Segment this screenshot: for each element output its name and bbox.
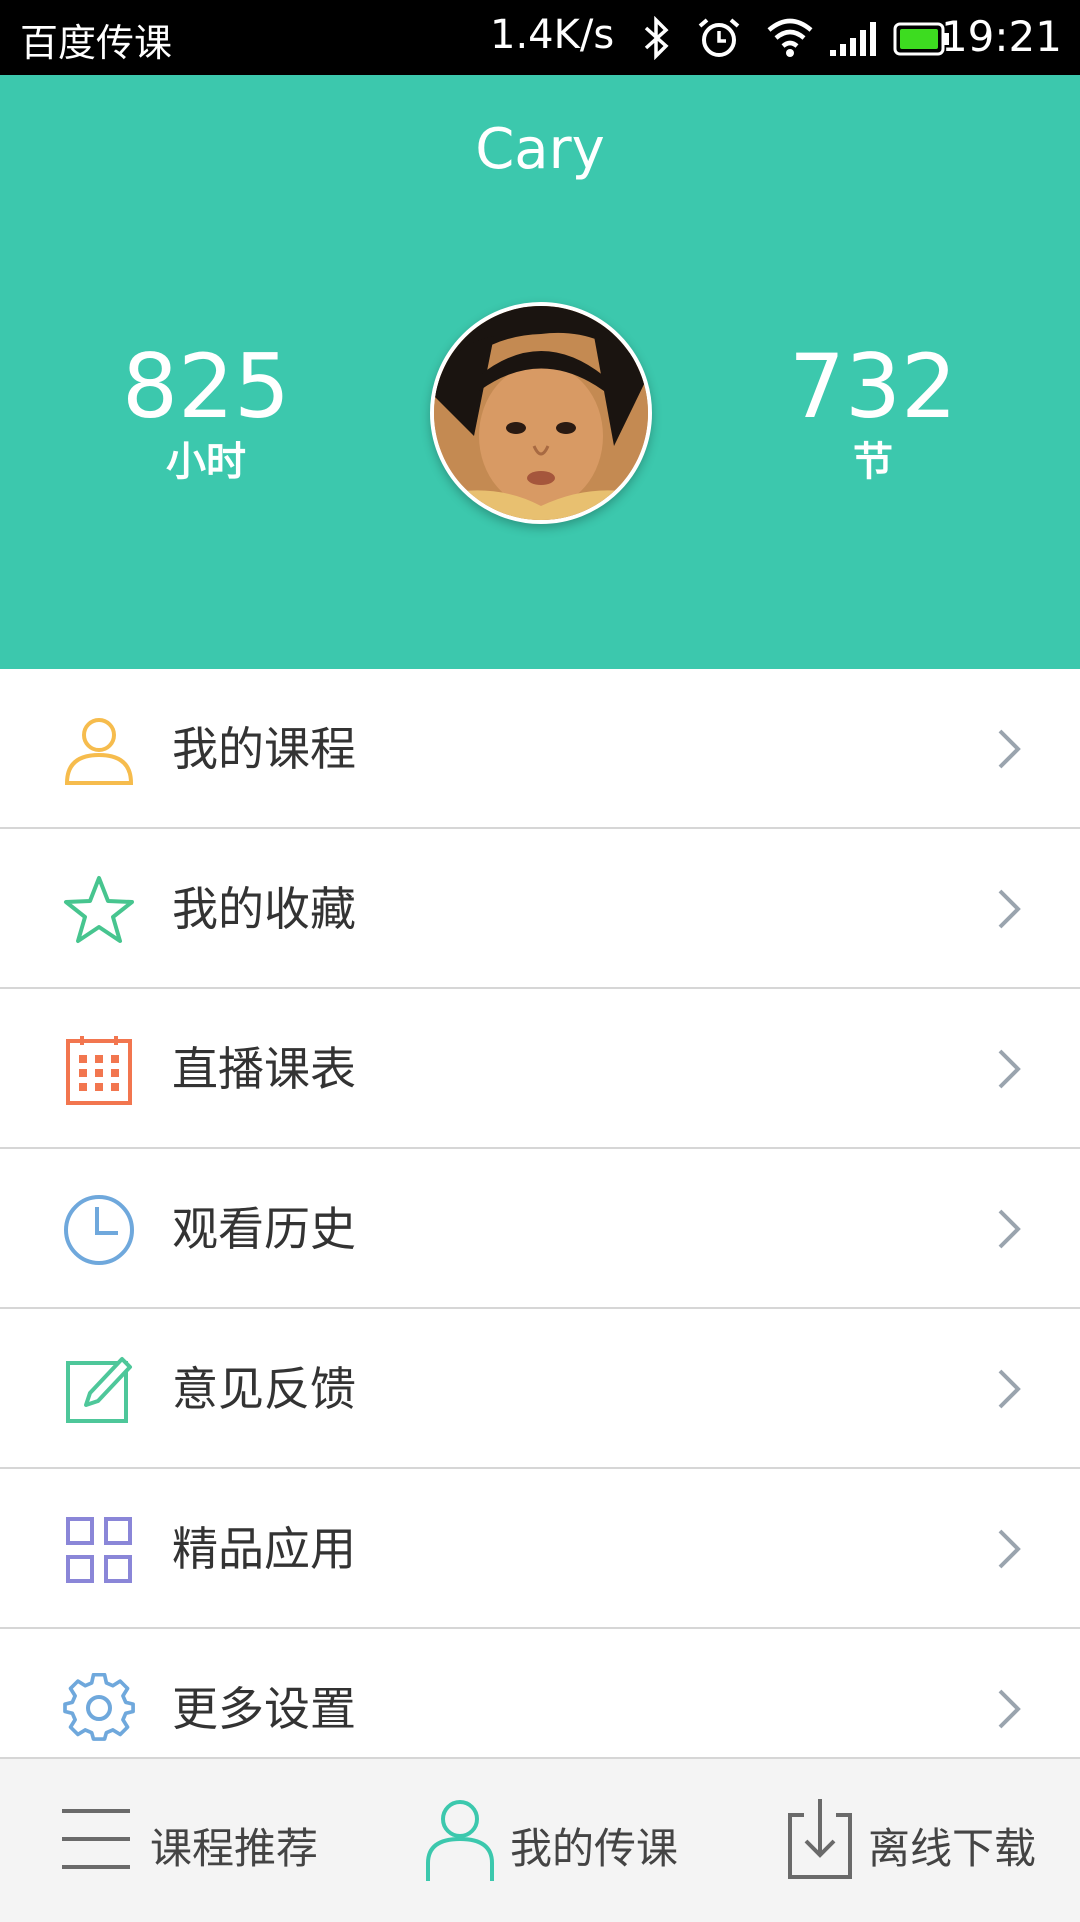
chevron-right-icon <box>998 1369 1021 1409</box>
menu-item-label: 意见反馈 <box>172 1362 356 1416</box>
person-outline-icon <box>426 1800 494 1881</box>
chevron-right-icon <box>998 1529 1021 1569</box>
study-hours-value: 825 <box>122 335 290 438</box>
chevron-right-icon <box>998 1049 1021 1089</box>
menu-item-my-courses[interactable]: 我的课程 <box>0 669 1080 829</box>
apps-grid-icon <box>66 1517 132 1583</box>
avatar[interactable] <box>430 302 652 524</box>
tab-offline-download[interactable]: 离线下载 <box>720 1759 1080 1922</box>
clock-icon <box>64 1195 134 1265</box>
menu-lines-icon <box>62 1809 130 1869</box>
username: Cary <box>475 117 605 182</box>
signal-icon <box>830 22 876 56</box>
edit-icon <box>66 1357 132 1423</box>
tab-my-chuanke[interactable]: 我的传课 <box>360 1759 720 1922</box>
avatar-photo <box>434 306 648 520</box>
menu-item-label: 直播课表 <box>172 1042 356 1096</box>
menu-item-label: 观看历史 <box>172 1202 356 1256</box>
profile-header: Cary 825 小时 732 节 <box>0 75 1080 669</box>
chevron-right-icon <box>998 889 1021 929</box>
profile-menu: 我的课程 我的收藏 直播课表 观看历史 意见反馈 精品应用 更多设置 <box>0 669 1080 1759</box>
menu-item-label: 我的收藏 <box>172 882 356 936</box>
chevron-right-icon <box>998 729 1021 769</box>
lessons-value: 732 <box>789 335 957 438</box>
chevron-right-icon <box>998 1209 1021 1249</box>
gear-icon <box>63 1673 135 1741</box>
menu-item-more-settings[interactable]: 更多设置 <box>0 1629 1080 1759</box>
status-time: 19:21 <box>940 12 1062 61</box>
tab-course-recommendations[interactable]: 课程推荐 <box>0 1759 360 1922</box>
menu-item-featured-apps[interactable]: 精品应用 <box>0 1469 1080 1629</box>
menu-item-label: 更多设置 <box>172 1682 356 1736</box>
status-bar: 百度传课 1.4K/s 19:21 <box>0 0 1080 75</box>
menu-item-label: 精品应用 <box>172 1522 356 1576</box>
wifi-icon <box>767 18 813 57</box>
menu-item-my-favorites[interactable]: 我的收藏 <box>0 829 1080 989</box>
person-icon <box>64 718 134 785</box>
lessons-stat: 732 节 <box>723 337 1023 487</box>
menu-item-live-schedule[interactable]: 直播课表 <box>0 989 1080 1149</box>
lessons-unit: 节 <box>853 439 893 485</box>
bottom-tab-bar: 课程推荐 我的传课 离线下载 <box>0 1757 1080 1922</box>
tab-label: 课程推荐 <box>150 1824 319 1873</box>
network-speed: 1.4K/s <box>490 12 615 58</box>
alarm-icon <box>698 18 740 57</box>
calendar-icon <box>66 1036 132 1105</box>
star-icon <box>64 876 134 943</box>
download-icon <box>788 1799 852 1879</box>
menu-item-feedback[interactable]: 意见反馈 <box>0 1309 1080 1469</box>
menu-item-watch-history[interactable]: 观看历史 <box>0 1149 1080 1309</box>
menu-item-label: 我的课程 <box>172 722 356 776</box>
study-hours-stat: 825 小时 <box>56 337 356 487</box>
status-app-name: 百度传课 <box>20 21 173 65</box>
study-hours-unit: 小时 <box>166 439 246 485</box>
bluetooth-icon <box>644 16 669 60</box>
tab-label: 我的传课 <box>510 1824 679 1873</box>
chevron-right-icon <box>998 1689 1021 1729</box>
tab-label: 离线下载 <box>868 1824 1037 1873</box>
